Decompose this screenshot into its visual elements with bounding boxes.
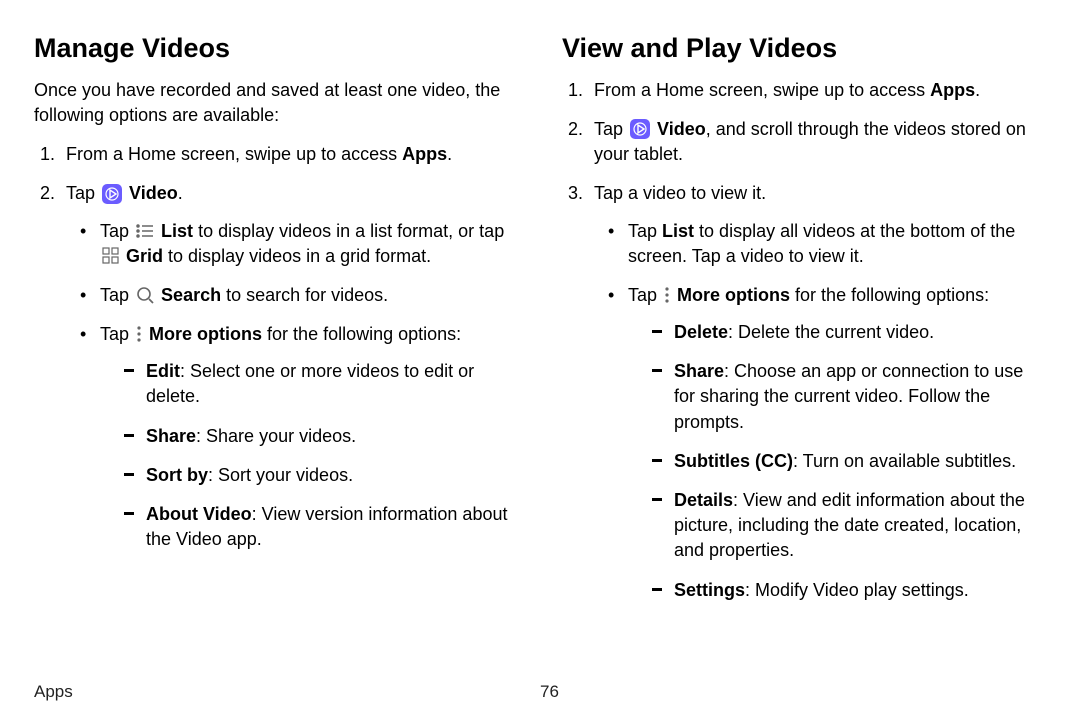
text-bold: Subtitles (CC) xyxy=(674,451,793,471)
footer-page-number: 76 xyxy=(540,680,559,704)
page-footer: Apps 76 xyxy=(0,680,1080,704)
step-3: Tap a video to view it. Tap List to disp… xyxy=(588,181,1046,602)
bullet-list-grid: Tap List to display videos in a list for… xyxy=(80,219,518,269)
text-bold: Delete xyxy=(674,322,728,342)
text-bold: Share xyxy=(674,361,724,381)
video-app-icon xyxy=(102,184,122,204)
heading-manage-videos: Manage Videos xyxy=(34,30,518,68)
text: Tap xyxy=(628,221,662,241)
search-icon xyxy=(136,286,154,304)
text: From a Home screen, swipe up to access xyxy=(66,144,402,164)
opt-details: Details: View and edit information about… xyxy=(652,488,1046,564)
text-bold: Sort by xyxy=(146,465,208,485)
opt-share: Share: Choose an app or connection to us… xyxy=(652,359,1046,435)
text-bold: Edit xyxy=(146,361,180,381)
text: : Delete the current video. xyxy=(728,322,934,342)
text: : Modify Video play settings. xyxy=(745,580,969,600)
text-bold: Grid xyxy=(126,246,163,266)
text-bold: Video xyxy=(129,183,178,203)
sub-bullets: Tap List to display videos in a list for… xyxy=(66,219,518,553)
text: to display videos in a grid format. xyxy=(163,246,431,266)
text: : Select one or more videos to edit or d… xyxy=(146,361,474,406)
text: . xyxy=(447,144,452,164)
text: for the following options: xyxy=(790,285,989,305)
text-bold: List xyxy=(161,221,193,241)
text: Tap xyxy=(100,285,134,305)
bullet-more-options: Tap More options for the following optio… xyxy=(80,322,518,552)
column-view-play-videos: View and Play Videos From a Home screen,… xyxy=(540,30,1046,670)
text: Tap xyxy=(594,119,628,139)
step-1: From a Home screen, swipe up to access A… xyxy=(588,78,1046,103)
bullet-search: Tap Search to search for videos. xyxy=(80,283,518,308)
heading-view-play-videos: View and Play Videos xyxy=(562,30,1046,68)
video-app-icon xyxy=(630,119,650,139)
footer-section: Apps xyxy=(34,680,540,704)
intro-text: Once you have recorded and saved at leas… xyxy=(34,78,518,128)
text: Tap xyxy=(66,183,100,203)
steps-list: From a Home screen, swipe up to access A… xyxy=(34,142,518,552)
sub-bullets: Tap List to display all videos at the bo… xyxy=(594,219,1046,603)
text-bold: Search xyxy=(161,285,221,305)
text: . xyxy=(178,183,183,203)
text: : Share your videos. xyxy=(196,426,356,446)
opt-share: Share: Share your videos. xyxy=(124,424,518,449)
text: to search for videos. xyxy=(221,285,388,305)
text: for the following options: xyxy=(262,324,461,344)
opt-about-video: About Video: View version information ab… xyxy=(124,502,518,552)
text-bold: More options xyxy=(149,324,262,344)
text-bold: Settings xyxy=(674,580,745,600)
text: : Turn on available subtitles. xyxy=(793,451,1016,471)
opt-subtitles: Subtitles (CC): Turn on available subtit… xyxy=(652,449,1046,474)
steps-list: From a Home screen, swipe up to access A… xyxy=(562,78,1046,603)
more-options-list: Edit: Select one or more videos to edit … xyxy=(100,359,518,552)
text: : Choose an app or connection to use for… xyxy=(674,361,1023,431)
text-bold: Apps xyxy=(402,144,447,164)
bullet-more-options: Tap More options for the following optio… xyxy=(608,283,1046,603)
text-bold: About Video xyxy=(146,504,252,524)
text-bold: List xyxy=(662,221,694,241)
more-options-icon xyxy=(136,325,142,343)
text: . xyxy=(975,80,980,100)
text: : Sort your videos. xyxy=(208,465,353,485)
step-2: Tap Video, and scroll through the videos… xyxy=(588,117,1046,167)
opt-sort-by: Sort by: Sort your videos. xyxy=(124,463,518,488)
list-icon xyxy=(136,223,154,239)
more-options-list: Delete: Delete the current video. Share:… xyxy=(628,320,1046,603)
text-bold: More options xyxy=(677,285,790,305)
text-bold: Share xyxy=(146,426,196,446)
more-options-icon xyxy=(664,286,670,304)
text: Tap xyxy=(100,324,134,344)
opt-edit: Edit: Select one or more videos to edit … xyxy=(124,359,518,409)
text-bold: Details xyxy=(674,490,733,510)
page-body: Manage Videos Once you have recorded and… xyxy=(0,0,1080,680)
text: Tap a video to view it. xyxy=(594,183,766,203)
bullet-list: Tap List to display all videos at the bo… xyxy=(608,219,1046,269)
text-bold: Video xyxy=(657,119,706,139)
text-bold: Apps xyxy=(930,80,975,100)
grid-icon xyxy=(102,247,119,264)
column-manage-videos: Manage Videos Once you have recorded and… xyxy=(34,30,540,670)
text: From a Home screen, swipe up to access xyxy=(594,80,930,100)
text: to display videos in a list format, or t… xyxy=(193,221,504,241)
step-2: Tap Video. Tap List to display videos in… xyxy=(60,181,518,552)
opt-delete: Delete: Delete the current video. xyxy=(652,320,1046,345)
opt-settings: Settings: Modify Video play settings. xyxy=(652,578,1046,603)
text: Tap xyxy=(628,285,662,305)
step-1: From a Home screen, swipe up to access A… xyxy=(60,142,518,167)
text: Tap xyxy=(100,221,134,241)
